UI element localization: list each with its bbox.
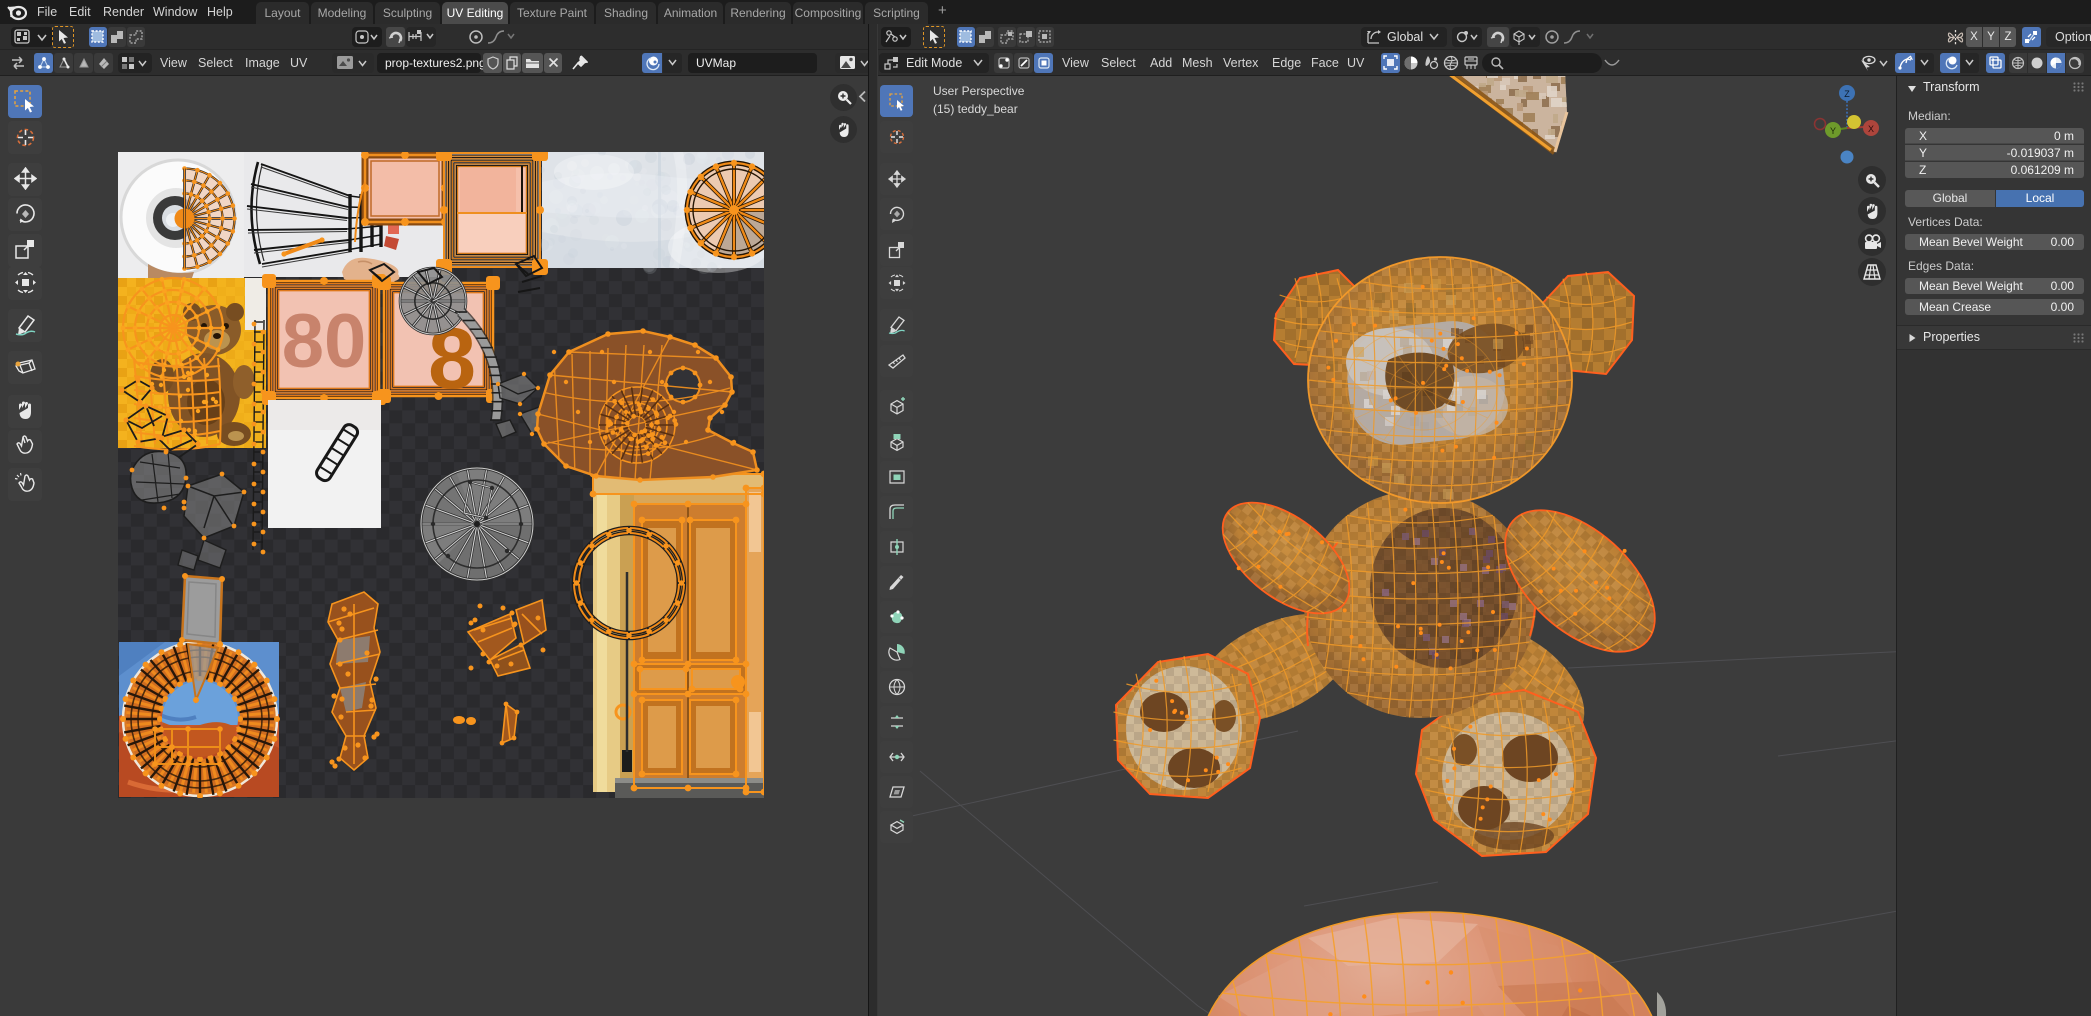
svg-text:80: 80 — [282, 299, 367, 384]
svg-text:Y: Y — [1830, 126, 1836, 136]
svg-text:X: X — [1868, 124, 1874, 134]
svg-text:Z: Z — [1844, 89, 1850, 99]
